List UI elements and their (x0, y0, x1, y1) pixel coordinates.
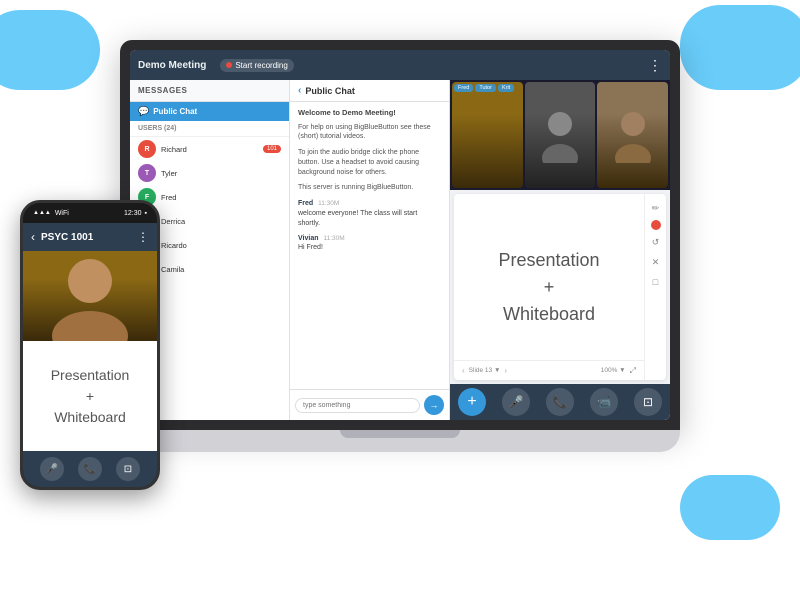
video-thumbnail (597, 82, 668, 188)
zoom-indicator[interactable]: 100% ▼ (601, 367, 626, 374)
screen-topbar: Demo Meeting Start recording ⋮ (130, 50, 670, 80)
slide-indicator[interactable]: Slide 13 ▼ (469, 367, 501, 374)
slide-navigation: ‹ Slide 13 ▼ › (462, 366, 507, 375)
phone-device: ▲▲▲ WiFi 12:30 ▪ ‹ PSYC 1001 ⋮ Presentat… (20, 200, 160, 490)
user-name: Derrica (161, 217, 185, 226)
role-tag: Tutor (475, 84, 496, 92)
screen-content: MESSAGES 💬 Public Chat USERS (24) R Rich… (130, 80, 670, 420)
undo-tool-button[interactable]: ↺ (648, 234, 664, 250)
message-time: 11:30M (323, 235, 344, 242)
clear-tool-button[interactable]: ✕ (648, 254, 664, 270)
role-tag2: Krit (498, 84, 514, 92)
chat-message: Vivian 11:30M Hi Fred! (298, 234, 441, 254)
name-tag: Fred (454, 84, 473, 92)
phone-video-thumbnail (23, 251, 157, 341)
start-recording-button[interactable]: Start recording (220, 59, 293, 72)
phone-phone-button[interactable]: 📞 (78, 457, 102, 481)
chat-message: Fred 11:30M welcome everyone! The class … (298, 199, 441, 228)
video-thumbnail (525, 82, 596, 188)
drawing-tools: ✏ ↺ ✕ □ (644, 194, 666, 380)
time-display: 12:30 (124, 210, 142, 217)
users-header: USERS (24) (130, 121, 289, 137)
prev-slide-button[interactable]: ‹ (462, 366, 465, 375)
welcome-message: Welcome to Demo Meeting! (298, 108, 441, 119)
menu-icon[interactable]: ⋮ (648, 57, 662, 74)
audio-message: To join the audio bridge click the phone… (298, 148, 441, 177)
chat-messages-body: Welcome to Demo Meeting! For help on usi… (290, 102, 449, 389)
phone-topbar: ‹ PSYC 1001 ⋮ (23, 223, 157, 251)
public-chat-tab[interactable]: 💬 Public Chat (130, 102, 289, 121)
microphone-button[interactable]: 🎤 (502, 388, 530, 416)
wifi-icon: WiFi (55, 210, 69, 217)
fullscreen-button[interactable]: ⤢ (630, 366, 636, 376)
screen-share-button[interactable]: ⊡ (634, 388, 662, 416)
user-name: Camila (161, 265, 184, 274)
unread-badge: 101 (263, 145, 281, 153)
phone-screen-button[interactable]: ⊡ (116, 457, 140, 481)
shape-tool-button[interactable]: □ (648, 274, 664, 290)
presenter-label: Fred Tutor Krit (452, 82, 516, 94)
user-name: Tyler (161, 169, 177, 178)
info-message: For help on using BigBlueButton see thes… (298, 123, 441, 143)
record-dot-icon (226, 62, 232, 68)
laptop-bezel: Demo Meeting Start recording ⋮ MESSAGES … (120, 40, 680, 430)
add-button[interactable]: + (458, 388, 486, 416)
back-icon[interactable]: ‹ (31, 230, 35, 244)
battery-icon: ▪ (145, 210, 147, 217)
message-author: Fred (298, 200, 313, 207)
phone-nav-bar: ◀ ○ □ (23, 487, 157, 490)
whiteboard-area: Presentation + Whiteboard ✏ ↺ ✕ □ (454, 194, 666, 380)
phone-whiteboard: Presentation + Whiteboard (23, 341, 157, 451)
next-slide-button[interactable]: › (504, 366, 507, 375)
send-button[interactable]: → (424, 395, 444, 415)
message-author: Vivian (298, 235, 319, 242)
avatar: T (138, 164, 156, 182)
chat-input-area: → (290, 389, 449, 420)
chat-input[interactable] (295, 398, 420, 413)
phone-button[interactable]: 📞 (546, 388, 574, 416)
avatar: R (138, 140, 156, 158)
main-area: Fred Tutor Krit (450, 80, 670, 420)
laptop-device: Demo Meeting Start recording ⋮ MESSAGES … (120, 40, 680, 470)
user-name: Ricardo (161, 241, 187, 250)
message-time: 11:30M (318, 200, 339, 207)
presentation-text: Presentation + Whiteboard (498, 247, 599, 328)
whiteboard-bottombar: ‹ Slide 13 ▼ › 100% ▼ ⤢ (454, 360, 644, 380)
color-picker-red[interactable] (651, 220, 661, 230)
chat-icon: 💬 (138, 106, 149, 117)
pencil-tool-button[interactable]: ✏ (648, 200, 664, 216)
phone-microphone-button[interactable]: 🎤 (40, 457, 64, 481)
cloud-decoration-left (0, 10, 100, 90)
cloud-decoration-right (680, 5, 800, 90)
bottom-toolbar: + 🎤 📞 📹 ⊡ (450, 384, 670, 420)
whiteboard-content: Presentation + Whiteboard (454, 194, 644, 380)
phone-toolbar: 🎤 📞 ⊡ (23, 451, 157, 487)
chat-panel-header: ‹ Public Chat (290, 80, 449, 102)
message-text: welcome everyone! The class will start s… (298, 209, 441, 229)
server-message: This server is running BigBlueButton. (298, 183, 441, 193)
phone-menu-icon[interactable]: ⋮ (137, 230, 149, 244)
laptop-base (120, 430, 680, 452)
chat-messages-panel: ‹ Public Chat Welcome to Demo Meeting! F… (290, 80, 450, 420)
video-strip: Fred Tutor Krit (450, 80, 670, 190)
meeting-title: Demo Meeting (138, 60, 206, 71)
cloud-decoration-bottom-right (680, 475, 780, 540)
phone-meeting-title: PSYC 1001 (41, 232, 137, 243)
video-thumbnail: Fred Tutor Krit (452, 82, 523, 188)
user-name: Fred (161, 193, 176, 202)
message-text: Hi Fred! (298, 243, 441, 253)
user-name: Richard (161, 145, 187, 154)
list-item[interactable]: R Richard 101 (130, 137, 289, 161)
video-button[interactable]: 📹 (590, 388, 618, 416)
signal-icon: ▲▲▲ (33, 210, 51, 216)
laptop-screen: Demo Meeting Start recording ⋮ MESSAGES … (130, 50, 670, 420)
back-arrow-icon[interactable]: ‹ (298, 85, 301, 96)
phone-status-bar: ▲▲▲ WiFi 12:30 ▪ (23, 203, 157, 223)
messages-header: MESSAGES (130, 80, 289, 102)
list-item[interactable]: T Tyler (130, 161, 289, 185)
phone-presentation-text: Presentation + Whiteboard (51, 365, 130, 428)
